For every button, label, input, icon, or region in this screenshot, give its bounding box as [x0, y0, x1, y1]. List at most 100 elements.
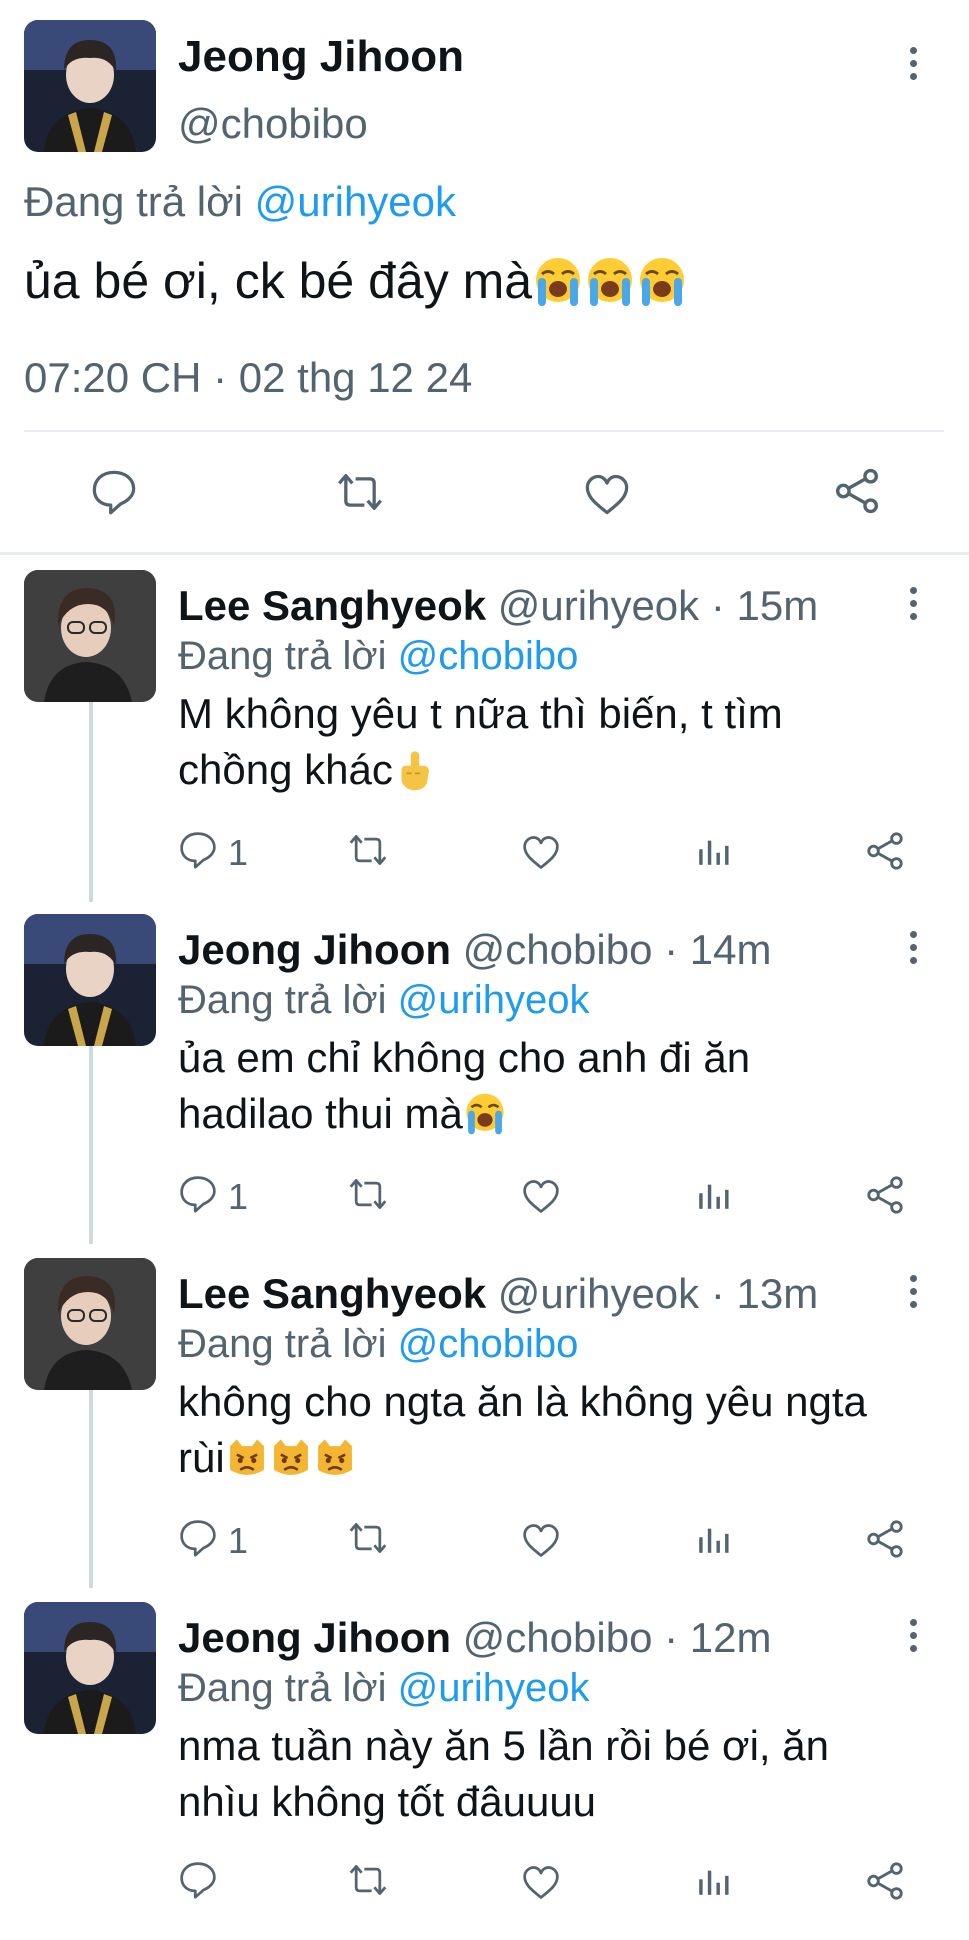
tweet-text-line-wrap: hadilao thui mà [178, 1086, 918, 1142]
avatar[interactable] [24, 914, 156, 1046]
replying-to-label: Đang trả lời [178, 1666, 398, 1710]
reply-time: · 15m [710, 582, 819, 629]
replying-to: Đang trả lời @urihyeok [24, 178, 456, 226]
tweet-timestamp[interactable]: 07:20 CH · 02 thg 12 24 [24, 354, 472, 402]
reply-icon[interactable] [178, 1518, 218, 1558]
author-name[interactable]: Lee Sanghyeok [178, 1270, 486, 1317]
replying-to: Đang trả lời @chobibo [178, 1322, 578, 1367]
like-icon[interactable] [582, 470, 632, 518]
tweet-text-line: rùi [178, 1434, 225, 1481]
loudly-crying-face-icon [463, 1092, 507, 1136]
author-handle[interactable]: @urihyeok [498, 1270, 699, 1317]
pouting-cat-icon [269, 1436, 313, 1480]
like-icon[interactable] [520, 1862, 562, 1902]
tweet-text: ủa bé ơi, ck bé đây mà [24, 252, 944, 310]
more-options-icon[interactable] [898, 928, 928, 968]
author-handle[interactable]: @urihyeok [498, 582, 699, 629]
share-icon[interactable] [864, 1518, 906, 1560]
reply-icon[interactable] [178, 1174, 218, 1214]
author-name[interactable]: Jeong Jihoon [178, 1614, 451, 1661]
more-options-icon[interactable] [898, 1616, 928, 1656]
author-name[interactable]: Jeong Jihoon [178, 32, 464, 82]
middle-finger-icon [393, 748, 437, 792]
reply-tweet[interactable]: Jeong Jihoon @chobibo · 12m Đang trả lời… [0, 1598, 969, 1940]
replying-to: Đang trả lời @chobibo [178, 634, 578, 679]
author-handle[interactable]: @chobibo [178, 100, 368, 148]
share-icon[interactable] [864, 1174, 906, 1216]
mention-link[interactable]: @urihyeok [398, 978, 590, 1022]
more-options-icon[interactable] [898, 584, 928, 624]
share-icon[interactable] [864, 1860, 906, 1902]
reply-tweet[interactable]: Jeong Jihoon @chobibo · 14m Đang trả lời… [0, 910, 969, 1252]
reply-tweet[interactable]: Lee Sanghyeok @urihyeok · 13m Đang trả l… [0, 1254, 969, 1596]
pouting-cat-icon [225, 1436, 269, 1480]
mention-link[interactable]: @chobibo [398, 1322, 579, 1366]
reply-icon[interactable] [90, 468, 138, 516]
reply-tweet[interactable]: Lee Sanghyeok @urihyeok · 15m Đang trả l… [0, 566, 969, 908]
mention-link[interactable]: @urihyeok [255, 178, 456, 225]
reply-count: 1 [228, 1520, 249, 1561]
reply-header: Lee Sanghyeok @urihyeok · 15m [178, 582, 818, 630]
reply-header: Jeong Jihoon @chobibo · 14m [178, 926, 771, 974]
reply-time: · 14m [664, 926, 772, 973]
pouting-cat-icon [313, 1436, 357, 1480]
reply-header: Lee Sanghyeok @urihyeok · 13m [178, 1270, 818, 1318]
replying-to-label: Đang trả lời [178, 1322, 398, 1366]
reply-time: · 13m [710, 1270, 819, 1317]
loudly-crying-face-icon [584, 256, 636, 308]
tweet-text-line: ủa em chỉ không cho anh đi ăn [178, 1034, 751, 1081]
divider [24, 430, 944, 432]
tweet-text: M không yêu t nữa thì biến, t tìm chồng … [178, 686, 918, 798]
tweet-text: không cho ngta ăn là không yêu ngta rùi [178, 1374, 948, 1486]
analytics-icon[interactable] [694, 1862, 732, 1900]
tweet-text-line: chồng khác [178, 746, 393, 793]
like-icon[interactable] [520, 832, 562, 872]
tweet-text-line: không cho ngta ăn là không yêu ngta [178, 1378, 867, 1425]
share-icon[interactable] [832, 466, 882, 516]
retweet-icon[interactable] [346, 830, 390, 870]
section-divider [0, 552, 969, 555]
replying-to-label: Đang trả lời [178, 978, 398, 1022]
tweet-text-line: M không yêu t nữa thì biến, t tìm [178, 690, 783, 737]
avatar[interactable] [24, 20, 156, 152]
reply-icon[interactable] [178, 1860, 218, 1900]
share-icon[interactable] [864, 830, 906, 872]
tweet-text: ủa em chỉ không cho anh đi ăn hadilao th… [178, 1030, 918, 1142]
loudly-crying-face-icon [532, 256, 584, 308]
like-icon[interactable] [520, 1176, 562, 1216]
replying-to-label: Đang trả lời [24, 178, 255, 225]
more-options-icon[interactable] [898, 44, 928, 84]
analytics-icon[interactable] [694, 1520, 732, 1558]
more-options-icon[interactable] [898, 1272, 928, 1312]
mention-link[interactable]: @chobibo [398, 634, 579, 678]
tweet-text-line: nhìu không tốt đâuuuu [178, 1778, 597, 1825]
replying-to: Đang trả lời @urihyeok [178, 1666, 589, 1711]
avatar[interactable] [24, 1258, 156, 1390]
reply-time: · 12m [664, 1614, 772, 1661]
avatar[interactable] [24, 1602, 156, 1734]
author-name[interactable]: Jeong Jihoon [178, 926, 451, 973]
avatar[interactable] [24, 570, 156, 702]
reply-icon[interactable] [178, 830, 218, 870]
tweet-text: nma tuần này ăn 5 lần rồi bé ơi, ăn nhìu… [178, 1718, 948, 1830]
retweet-icon[interactable] [346, 1518, 390, 1558]
tweet-text-content: ủa bé ơi, ck bé đây mà [24, 253, 533, 309]
retweet-icon[interactable] [346, 1174, 390, 1214]
analytics-icon[interactable] [694, 832, 732, 870]
reply-count: 1 [228, 832, 249, 873]
tweet-text-line: nma tuần này ăn 5 lần rồi bé ơi, ăn [178, 1722, 829, 1769]
replying-to-label: Đang trả lời [178, 634, 398, 678]
author-handle[interactable]: @chobibo [463, 926, 653, 973]
like-icon[interactable] [520, 1520, 562, 1560]
author-name[interactable]: Lee Sanghyeok [178, 582, 486, 629]
analytics-icon[interactable] [694, 1176, 732, 1214]
replying-to: Đang trả lời @urihyeok [178, 978, 589, 1023]
mention-link[interactable]: @urihyeok [398, 1666, 590, 1710]
author-handle[interactable]: @chobibo [463, 1614, 653, 1661]
loudly-crying-face-icon [636, 256, 688, 308]
retweet-icon[interactable] [346, 1860, 390, 1900]
tweet-text-line: hadilao thui mà [178, 1090, 463, 1137]
reply-count: 1 [228, 1176, 249, 1217]
tweet-text-line-wrap: rùi [178, 1430, 948, 1486]
retweet-icon[interactable] [334, 468, 386, 516]
